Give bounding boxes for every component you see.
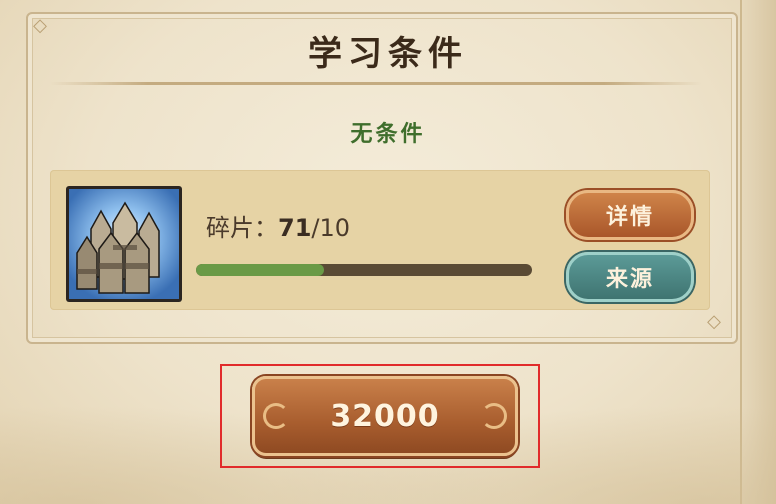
- shard-progress-fill: [196, 264, 324, 276]
- highlight-box: [220, 364, 540, 468]
- detail-button[interactable]: 详情: [566, 190, 694, 240]
- shard-separator: /: [311, 214, 320, 242]
- corner-ornament-icon: ◇: [707, 311, 721, 332]
- title-divider: [50, 82, 702, 85]
- shard-label-text: 碎片：: [206, 214, 278, 242]
- stone-pillars-icon: [69, 189, 179, 299]
- panel-title: 学习条件: [308, 34, 468, 74]
- shard-owned: 71: [278, 214, 312, 242]
- shard-progress-bar: [196, 264, 532, 276]
- condition-text: 无条件: [350, 122, 426, 147]
- shard-count-label: 碎片：71/10: [206, 208, 350, 243]
- shard-required: 10: [319, 214, 351, 242]
- source-button[interactable]: 来源: [566, 252, 694, 302]
- item-icon-frame[interactable]: [66, 186, 182, 302]
